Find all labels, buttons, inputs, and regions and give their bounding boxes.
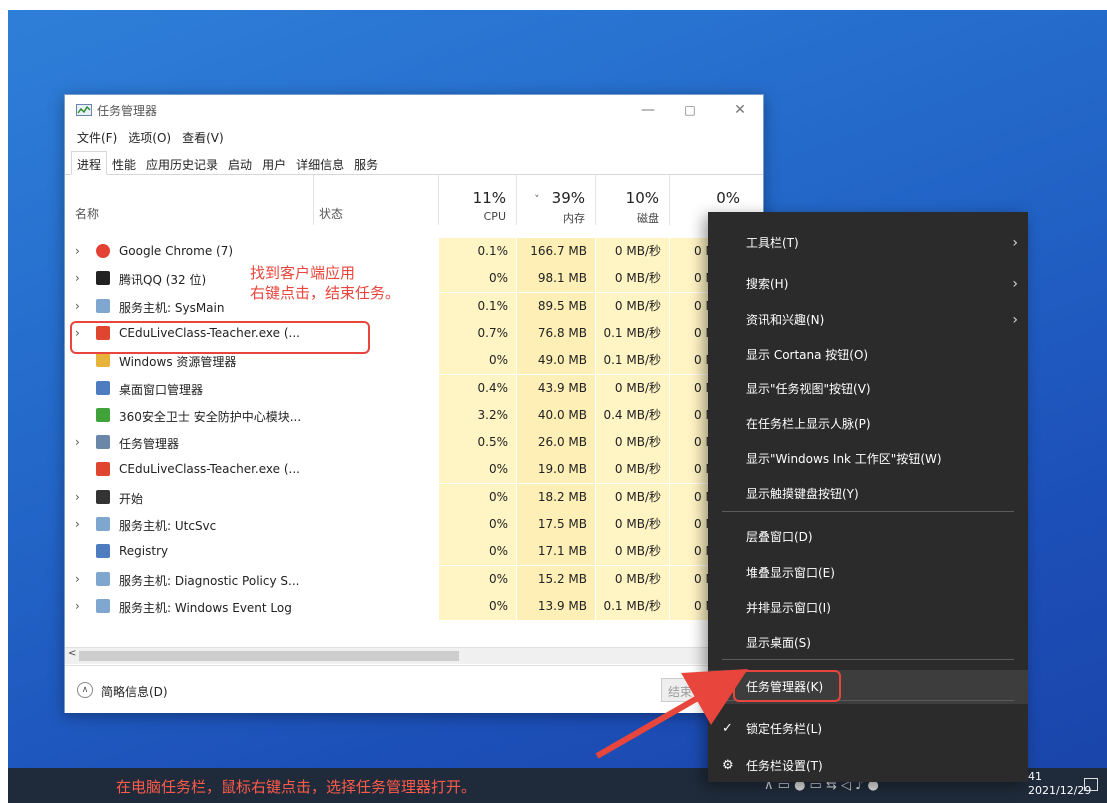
annotation-arrow [595,669,748,759]
